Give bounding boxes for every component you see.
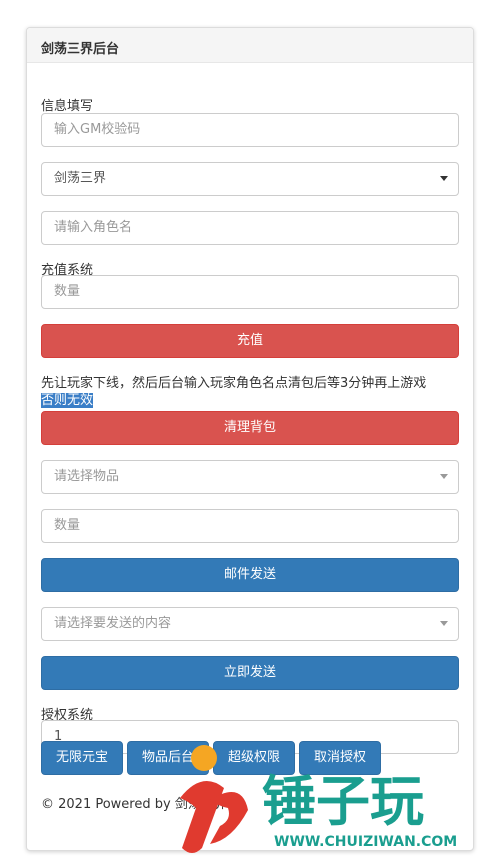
chevron-down-icon [440, 176, 448, 181]
role-name-placeholder: 请输入角色名 [54, 220, 133, 235]
item-select-placeholder: 请选择物品 [54, 469, 120, 484]
gm-code-placeholder: 输入GM校验码 [54, 122, 141, 137]
send-now-button[interactable]: 立即发送 [41, 656, 459, 690]
super-permission-button[interactable]: 超级权限 [213, 741, 295, 775]
recharge-button[interactable]: 充值 [41, 324, 459, 358]
item-select[interactable]: 请选择物品 [41, 460, 459, 494]
role-name-input[interactable]: 请输入角色名 [41, 211, 459, 245]
gm-code-input[interactable]: 输入GM校验码 [41, 113, 459, 147]
panel-title: 剑荡三界后台 [27, 28, 473, 63]
unlimited-yuanbao-button[interactable]: 无限元宝 [41, 741, 123, 775]
server-selected-value: 剑荡三界 [54, 171, 107, 186]
info-section-label: 信息填写 [41, 99, 94, 114]
footer-copyright: © 2021 Powered by 剑荡三界 [41, 797, 227, 812]
chevron-down-icon [440, 474, 448, 479]
clear-notice: 先让玩家下线，然后后台输入玩家角色名点清包后等3分钟再上游戏 否则无效 [41, 375, 461, 409]
chevron-down-icon [440, 621, 448, 626]
item-quantity-placeholder: 数量 [54, 518, 81, 533]
recharge-amount-placeholder: 数量 [54, 284, 81, 299]
admin-panel: 剑荡三界后台 信息填写 输入GM校验码 剑荡三界 请输入角色名 充值系统 数量 … [26, 27, 474, 851]
clear-bag-button[interactable]: 清理背包 [41, 411, 459, 445]
server-select[interactable]: 剑荡三界 [41, 162, 459, 196]
revoke-auth-button[interactable]: 取消授权 [299, 741, 381, 775]
content-select-placeholder: 请选择要发送的内容 [54, 616, 172, 631]
item-backend-button[interactable]: 物品后台 [127, 741, 209, 775]
item-quantity-input[interactable]: 数量 [41, 509, 459, 543]
clear-notice-line1: 先让玩家下线，然后后台输入玩家角色名点清包后等3分钟再上游戏 [41, 376, 427, 391]
recharge-amount-input[interactable]: 数量 [41, 275, 459, 309]
clear-notice-highlight: 否则无效 [41, 393, 94, 408]
mail-send-button[interactable]: 邮件发送 [41, 558, 459, 592]
content-select[interactable]: 请选择要发送的内容 [41, 607, 459, 641]
